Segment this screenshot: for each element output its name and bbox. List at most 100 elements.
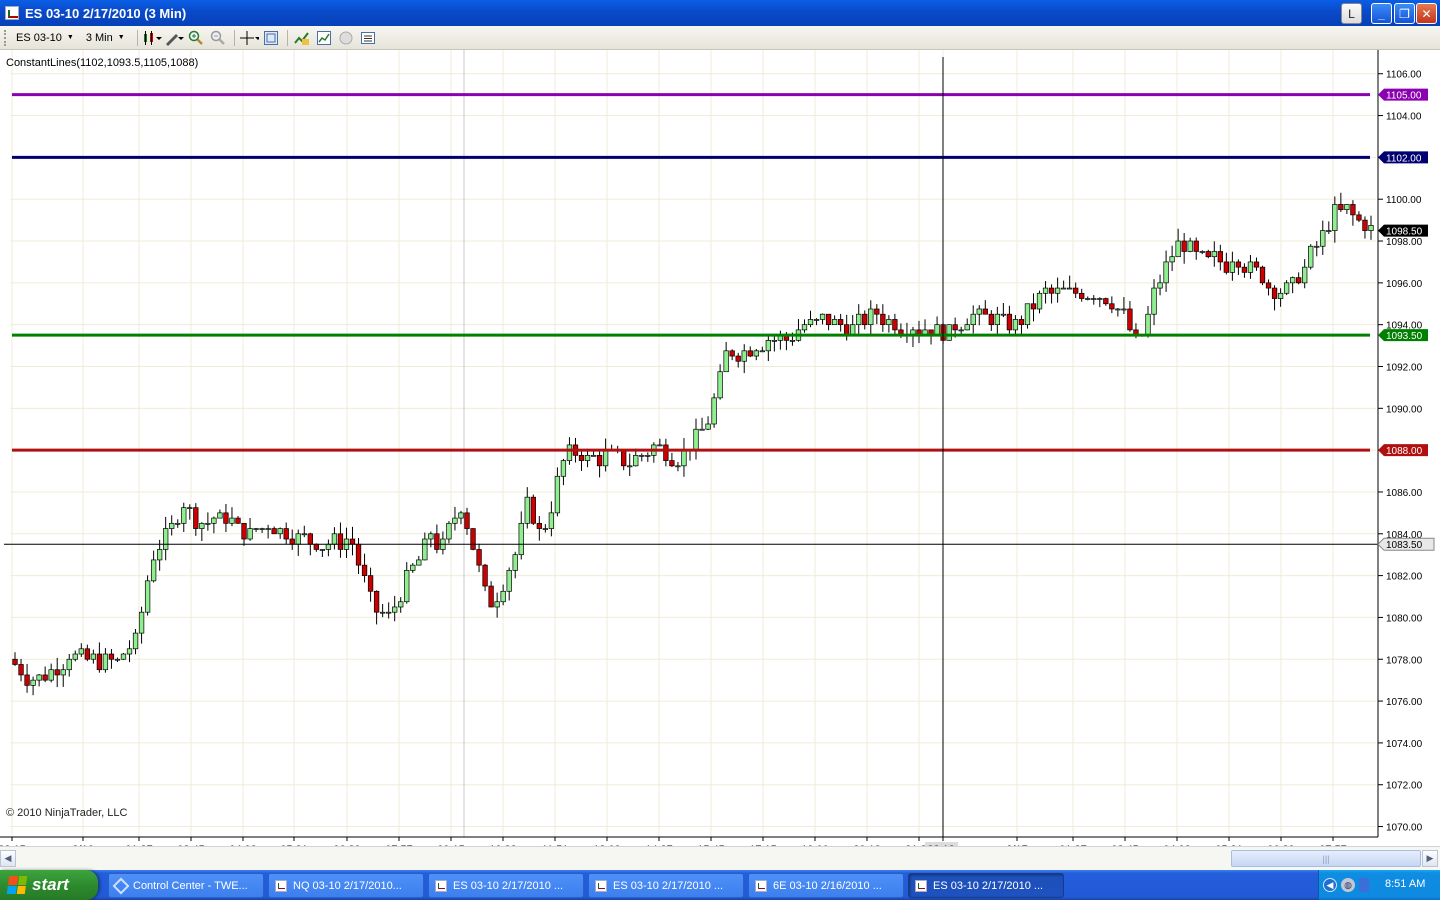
candle-body — [988, 313, 994, 326]
taskbar-button-label: ES 03-10 2/17/2010 ... — [453, 879, 564, 892]
candle-body — [1368, 224, 1374, 231]
candle-body — [970, 313, 976, 326]
candle-body — [554, 475, 561, 514]
window-title-bar[interactable]: ES 03-10 2/17/2010 (3 Min) — [0, 0, 1440, 26]
scroll-left-button[interactable]: ◀ — [0, 850, 16, 867]
zoom-out-icon[interactable] — [208, 29, 228, 47]
candle-body — [530, 496, 536, 524]
candle-body — [699, 428, 705, 431]
indicators-icon[interactable] — [314, 29, 334, 47]
candle-body — [771, 340, 778, 342]
instrument-selector[interactable]: ES 03-10 ▼ — [12, 29, 78, 47]
candle-body — [1097, 298, 1103, 300]
candle-body — [1127, 308, 1133, 331]
candle-body — [1115, 308, 1121, 311]
candle-body — [645, 455, 651, 457]
candle-body — [1181, 240, 1187, 252]
minimize-button[interactable]: _ — [1371, 3, 1392, 24]
chevron-down-icon: ▼ — [117, 34, 125, 41]
candle-body — [500, 590, 506, 603]
toolbar-separator — [233, 29, 235, 46]
candle-body — [349, 538, 356, 545]
chart-toolbar: ES 03-10 ▼ 3 Min ▼ — [0, 26, 1440, 50]
candle-body — [1259, 266, 1266, 284]
candle-body — [934, 324, 940, 336]
taskbar-button-chart[interactable]: NQ 03-10 2/17/2010... — [268, 873, 424, 898]
candle-body — [735, 355, 741, 362]
interval-selector[interactable]: 3 Min ▼ — [82, 29, 129, 47]
y-tick-label: 1086.00 — [1386, 488, 1423, 499]
maximize-button[interactable]: ❐ — [1394, 3, 1415, 24]
candle-body — [416, 559, 422, 566]
taskbar-button-control-center[interactable]: Control Center - TWE... — [108, 873, 264, 898]
y-tick-label: 1100.00 — [1386, 195, 1422, 206]
data-box-icon[interactable] — [358, 29, 378, 47]
candle-body — [30, 679, 36, 686]
candle-body — [621, 449, 627, 467]
candle-body — [193, 507, 199, 529]
candle-body — [132, 632, 139, 650]
strategies-icon[interactable] — [336, 29, 356, 47]
candle-body — [410, 564, 416, 571]
price-chart[interactable]: 1106.00 1104.00 1102.00 1100.00 1098.00 1096.… — [0, 50, 1440, 846]
candle-body — [946, 324, 952, 341]
candle-body — [331, 533, 338, 545]
taskbar-button-chart[interactable]: ES 03-10 2/17/2010 ... — [428, 873, 584, 898]
candle-body — [560, 460, 567, 477]
candle-body — [60, 669, 66, 676]
clock: 8:51 AM — [1385, 878, 1426, 890]
candle-body — [48, 669, 54, 681]
candle-body — [838, 319, 844, 326]
indicator-label: ConstantLines(1102,1093.5,1105,1088) — [6, 57, 199, 69]
chart-icon — [755, 879, 767, 892]
taskbar-button-chart[interactable]: ES 03-10 2/17/2010 ... — [588, 873, 744, 898]
chart-panel[interactable]: 1106.00 1104.00 1102.00 1100.00 1098.00 1096.… — [0, 50, 1440, 846]
toolbar-grip[interactable] — [4, 29, 8, 46]
price-marker-label: 1102.00 — [1386, 153, 1422, 164]
candle-body — [446, 522, 452, 540]
y-tick-label: 1074.00 — [1386, 739, 1423, 750]
drawing-tool-icon[interactable] — [164, 29, 184, 47]
candle-body — [681, 449, 687, 467]
scroll-thumb[interactable]: ||| — [1231, 850, 1421, 867]
candle-body — [578, 455, 585, 461]
candle-body — [1012, 319, 1019, 331]
bar-type-icon[interactable] — [142, 29, 162, 47]
price-marker-label: 1093.50 — [1386, 331, 1423, 342]
control-center-icon — [112, 877, 130, 894]
properties-icon[interactable] — [261, 29, 281, 47]
candle-body — [1103, 298, 1109, 305]
candle-body — [464, 512, 470, 529]
zoom-in-icon[interactable] — [186, 29, 206, 47]
candle-body — [1283, 282, 1290, 294]
candle-body — [1054, 287, 1061, 294]
y-tick-label: 1106.00 — [1386, 70, 1422, 81]
volume-icon[interactable] — [1359, 878, 1369, 892]
start-button[interactable]: start — [0, 870, 98, 900]
tray-expand-icon[interactable]: ◀ — [1323, 878, 1337, 892]
candle-body — [66, 658, 72, 671]
taskbar-button-label: NQ 03-10 2/17/2010... — [293, 879, 402, 892]
candle-body — [126, 648, 133, 655]
candle-body — [271, 528, 277, 535]
candle-body — [108, 653, 115, 660]
scroll-right-button[interactable]: ▶ — [1422, 850, 1438, 867]
network-icon[interactable]: ◍ — [1341, 878, 1355, 892]
candle-body — [1085, 298, 1091, 300]
link-button[interactable]: L — [1341, 3, 1362, 24]
candle-body — [741, 350, 747, 362]
taskbar-button-chart[interactable]: 6E 03-10 2/16/2010 ... — [748, 873, 904, 898]
candle-body — [422, 538, 428, 561]
candle-body — [392, 606, 398, 613]
crosshair-price-label: 1083.50 — [1386, 540, 1423, 551]
candle-body — [428, 533, 434, 540]
crosshair-icon[interactable] — [239, 29, 259, 47]
candle-body — [1217, 251, 1223, 263]
y-tick-label: 1076.00 — [1386, 697, 1423, 708]
close-button[interactable]: ✕ — [1416, 3, 1437, 24]
horizontal-scrollbar[interactable]: ◀ ||| ▶ — [0, 846, 1440, 870]
taskbar-button-chart-active[interactable]: ES 03-10 2/17/2010 ... — [908, 873, 1064, 898]
data-series-icon[interactable] — [292, 29, 312, 47]
candle-body — [1091, 298, 1097, 300]
candle-body — [1199, 251, 1205, 253]
